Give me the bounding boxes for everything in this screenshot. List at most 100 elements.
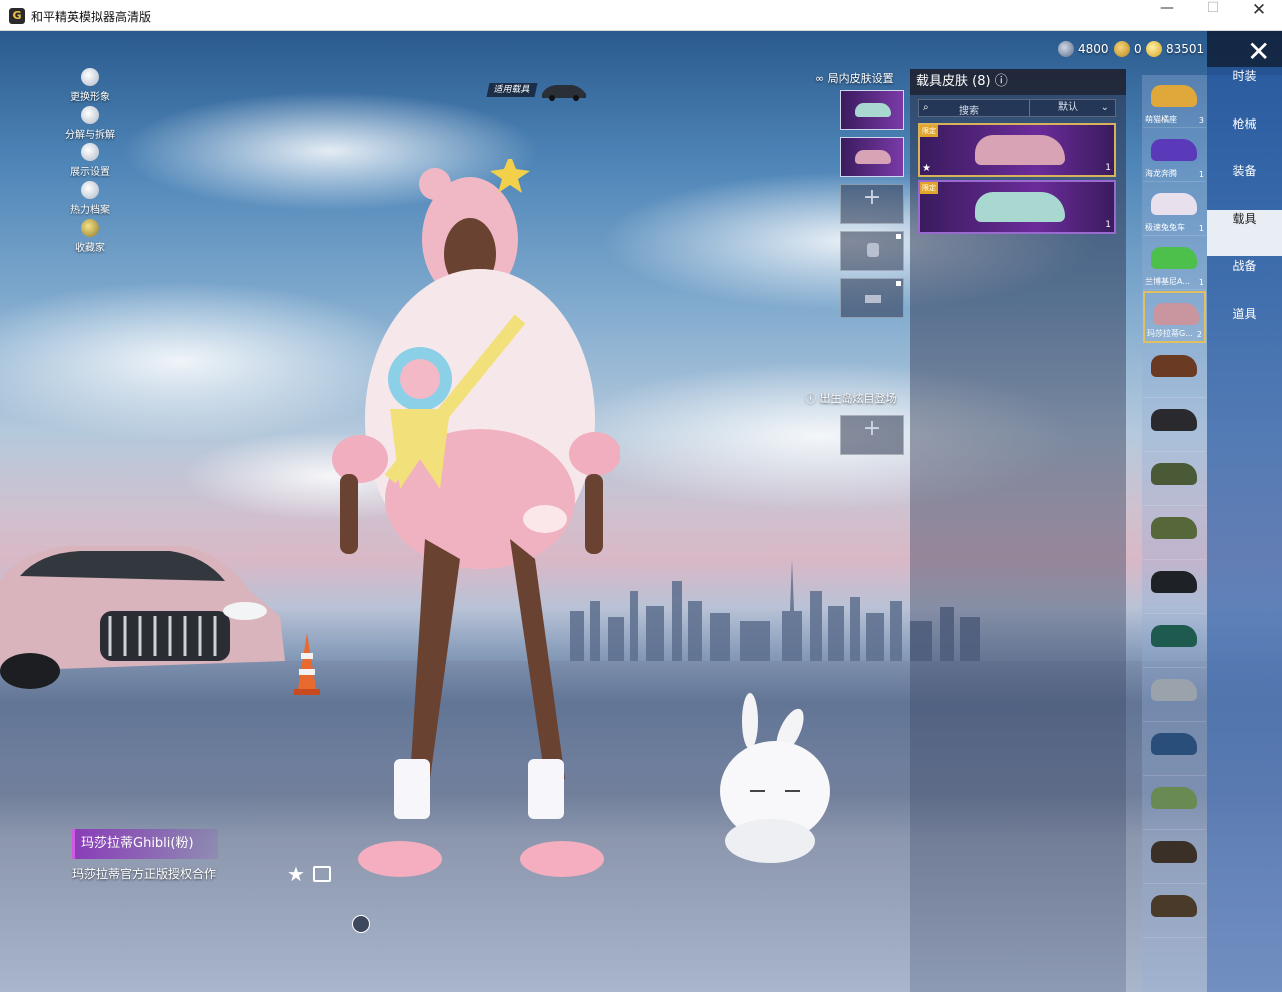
menu-label: 热力档案 [70, 205, 110, 216]
star-icon: ★ [922, 163, 931, 174]
vehicle-list-item[interactable] [1143, 831, 1206, 884]
character-model [332, 159, 620, 877]
menu-collector[interactable]: 收藏家 [60, 219, 120, 254]
eye-icon [81, 143, 99, 161]
silver-coin-icon [1058, 41, 1074, 57]
vehicle-thumbnail [1151, 247, 1197, 269]
vehicle-list-item[interactable]: 海龙奔腾 1 [1143, 129, 1206, 182]
menu-label: 分解与拆解 [65, 130, 115, 141]
vehicle-thumbnail [1151, 841, 1197, 863]
menu-label: 展示设置 [70, 167, 110, 178]
vehicle-list-item[interactable] [1143, 777, 1206, 830]
vehicle-skin-count: 3 [1198, 116, 1204, 125]
skin-card-mint[interactable]: 限定 1 [918, 180, 1116, 234]
nav-tab-combat-gear[interactable]: 战备 [1207, 257, 1282, 303]
nav-tab-items[interactable]: 道具 [1207, 305, 1282, 351]
skin-search-label: 搜索 [959, 106, 979, 117]
vehicle-skin-count: 1 [1198, 170, 1204, 179]
menu-dismantle[interactable]: 分解与拆解 [60, 106, 120, 141]
vehicle-thumbnail [1151, 571, 1197, 593]
menu-change-avatar[interactable]: 更换形象 [60, 68, 120, 103]
plus-icon: + [862, 185, 882, 210]
vehicle-list-item[interactable] [1143, 723, 1206, 776]
app-logo-icon: G [9, 8, 25, 24]
minimize-button[interactable]: — [1144, 0, 1190, 30]
nav-tab-fashion[interactable]: 时装 [1207, 67, 1282, 113]
sort-dropdown[interactable]: 默认 ⌄ [1029, 100, 1115, 116]
nav-tab-vehicles[interactable]: 载具 [1207, 210, 1282, 256]
vehicle-list: 萌猫橘座 3 海龙奔腾 1 极速兔兔车 1 兰博基尼A... 1 玛莎拉蒂G... 2 [1142, 75, 1207, 992]
vehicle-list-item[interactable] [1143, 507, 1206, 560]
favorite-star-icon[interactable]: ★ [287, 862, 305, 886]
vehicle-list-item[interactable] [1143, 399, 1206, 452]
close-icon: ✕ [1247, 35, 1271, 68]
skin-search-bar[interactable]: ⌕ 搜索 默认 ⌄ [918, 99, 1116, 117]
vehicle-list-item[interactable] [1143, 669, 1206, 722]
vehicle-list-item[interactable] [1143, 453, 1206, 506]
spawn-island-debut-label: ⓘ 出生岛炫目登场 [805, 390, 897, 406]
vehicle-list-item[interactable] [1143, 561, 1206, 614]
nav-tab-equipment[interactable]: 装备 [1207, 162, 1282, 208]
window-close-button[interactable]: ✕ [1236, 0, 1282, 30]
vehicle-list-item[interactable]: 玛莎拉蒂G... 2 [1143, 291, 1206, 343]
puzzle-icon [81, 106, 99, 124]
vehicle-thumbnail [1151, 679, 1197, 701]
bunny-pet-model [720, 693, 830, 863]
chevron-down-icon: ⌄ [1100, 102, 1109, 113]
skin-slot-4-locked[interactable] [840, 231, 904, 271]
item-name-bar: 玛莎拉蒂Ghibli(粉) [72, 829, 218, 859]
gold-token-icon [1114, 41, 1130, 57]
vehicle-list-item[interactable]: 兰博基尼A... 1 [1143, 237, 1206, 290]
rotate-view-icon[interactable] [352, 915, 370, 933]
vehicle-thumbnail [1151, 85, 1197, 107]
menu-heat-profile[interactable]: 热力档案 [60, 181, 120, 216]
vehicle-list-item[interactable] [1143, 345, 1206, 398]
vehicle-thumbnail [1151, 193, 1197, 215]
currency-token-value: 0 [1134, 42, 1142, 56]
vehicle-skin-count: 2 [1196, 330, 1202, 339]
debut-slot[interactable]: + [840, 415, 904, 455]
currency-gold: 83501 [1146, 41, 1204, 57]
vehicle-list-item[interactable]: 萌猫橘座 3 [1143, 75, 1206, 128]
skin-slot-2[interactable] [840, 137, 904, 177]
badge-icon [867, 243, 879, 257]
vehicle-thumbnail [1151, 733, 1197, 755]
vehicle-list-item[interactable]: 极速兔兔车 1 [1143, 183, 1206, 236]
pink-car-model [0, 546, 285, 689]
flame-icon [81, 181, 99, 199]
currency-token: 0 [1114, 41, 1142, 57]
skin-tag: 限定 [920, 125, 938, 137]
crown-icon [865, 295, 881, 303]
vehicle-thumbnail [1151, 463, 1197, 485]
app-window: G 和平精英模拟器高清版 — ☐ ✕ 4800 0 83501 ✕ 时装 枪械 … [0, 0, 1282, 992]
share-icon[interactable] [313, 866, 331, 882]
currency-silver-value: 4800 [1078, 42, 1109, 56]
skin-card-pink[interactable]: 限定 ★ 1 [918, 123, 1116, 177]
vehicle-thumbnail [1151, 355, 1197, 377]
title-bar: G 和平精英模拟器高清版 — ☐ ✕ [0, 0, 1282, 31]
vehicle-list-item[interactable] [1143, 615, 1206, 668]
search-icon: ⌕ [923, 102, 929, 113]
skin-slot-5-locked[interactable] [840, 278, 904, 318]
car-thumbnail [855, 103, 891, 117]
in-match-skin-settings-label: ∞ 局内皮肤设置 [815, 70, 894, 86]
skin-card-count: 1 [1105, 163, 1111, 173]
nav-tab-weapons[interactable]: 枪械 [1207, 115, 1282, 161]
menu-label: 更换形象 [70, 92, 110, 103]
currency-gold-value: 83501 [1166, 42, 1205, 56]
maximize-button[interactable]: ☐ [1190, 0, 1236, 30]
help-icon[interactable]: ⓘ [805, 392, 820, 405]
help-icon[interactable]: ⓘ [995, 74, 1008, 89]
skin-slot-3[interactable]: + [840, 184, 904, 224]
menu-display-settings[interactable]: 展示设置 [60, 143, 120, 178]
skin-slot-1[interactable] [840, 90, 904, 130]
car-thumbnail [975, 192, 1065, 222]
vehicle-name: 海龙奔腾 [1145, 169, 1177, 178]
item-description: 玛莎拉蒂官方正版授权合作 [72, 867, 217, 881]
car-thumbnail [855, 150, 891, 164]
vehicle-thumbnail [1151, 517, 1197, 539]
link-icon: ∞ [815, 72, 828, 85]
vehicle-list-item[interactable] [1143, 885, 1206, 938]
vehicle-thumbnail [1151, 139, 1197, 161]
traffic-cone [294, 633, 320, 695]
